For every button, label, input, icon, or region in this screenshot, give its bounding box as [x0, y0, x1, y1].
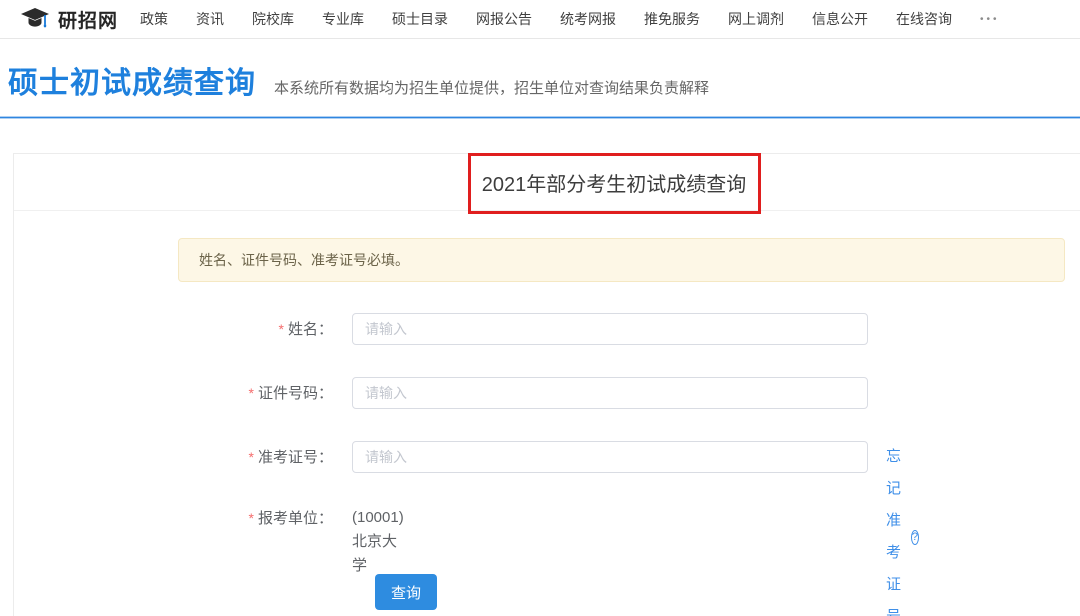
panel-header: 2021年部分考生初试成绩查询 [14, 154, 1080, 211]
name-field-label: *姓名： [14, 313, 333, 346]
required-asterisk: * [249, 385, 254, 401]
ticket-field-label: *准考证号： [14, 441, 333, 474]
institution-field-label: *报考单位： [14, 506, 333, 531]
blue-divider [0, 116, 1080, 119]
query-panel: 2021年部分考生初试成绩查询 姓名、证件号码、准考证号必填。 *姓名： *证件… [13, 153, 1080, 616]
nav-item-master-catalog[interactable]: 硕士目录 [392, 9, 448, 29]
nav-more-button[interactable]: ••• [980, 14, 1000, 25]
nav-item-registration-notice[interactable]: 网报公告 [476, 9, 532, 29]
nav-item-college-library[interactable]: 院校库 [252, 9, 294, 29]
id-number-label-text: 证件号码： [258, 385, 333, 402]
required-asterisk: * [279, 321, 284, 337]
forgot-ticket-link[interactable]: 忘记准考证号 ? [886, 441, 919, 616]
required-asterisk: * [249, 510, 254, 526]
ticket-label-text: 准考证号： [258, 449, 333, 466]
id-number-input[interactable] [352, 377, 868, 409]
site-logo[interactable]: 研招网 [20, 6, 118, 33]
nav-item-news[interactable]: 资讯 [196, 9, 224, 29]
nav-item-unified-exam-registration[interactable]: 统考网报 [560, 9, 616, 29]
nav-item-major-library[interactable]: 专业库 [322, 9, 364, 29]
panel-title: 2021年部分考生初试成绩查询 [482, 168, 747, 197]
page-heading: 硕士初试成绩查询 本系统所有数据均为招生单位提供，招生单位对查询结果负责解释 [8, 58, 709, 102]
nav-item-info-disclosure[interactable]: 信息公开 [812, 9, 868, 29]
institution-value: (10001)北京大学 [352, 506, 404, 578]
top-navigation: 研招网 政策 资讯 院校库 专业库 硕士目录 网报公告 统考网报 推免服务 网上… [0, 0, 1080, 39]
site-logo-text: 研招网 [58, 6, 118, 33]
query-button[interactable]: 查询 [375, 574, 437, 610]
nav-item-exemption-service[interactable]: 推免服务 [644, 9, 700, 29]
nav-item-online-consult[interactable]: 在线咨询 [896, 9, 952, 29]
required-asterisk: * [249, 449, 254, 465]
institution-label-text: 报考单位： [258, 510, 333, 527]
nav-menu: 政策 资讯 院校库 专业库 硕士目录 网报公告 统考网报 推免服务 网上调剂 信… [140, 9, 1000, 29]
forgot-ticket-text: 忘记准考证号 [886, 441, 908, 616]
notice-banner: 姓名、证件号码、准考证号必填。 [178, 238, 1065, 282]
graduation-cap-icon [20, 7, 50, 31]
notice-text: 姓名、证件号码、准考证号必填。 [199, 250, 409, 270]
question-circle-icon: ? [911, 530, 919, 545]
nav-item-policy[interactable]: 政策 [140, 9, 168, 29]
page-subtitle: 本系统所有数据均为招生单位提供，招生单位对查询结果负责解释 [274, 77, 709, 98]
ticket-input[interactable] [352, 441, 868, 473]
nav-item-online-adjustment[interactable]: 网上调剂 [728, 9, 784, 29]
page-title: 硕士初试成绩查询 [8, 58, 256, 102]
id-number-field-label: *证件号码： [14, 377, 333, 410]
name-input[interactable] [352, 313, 868, 345]
name-label-text: 姓名： [288, 321, 333, 338]
